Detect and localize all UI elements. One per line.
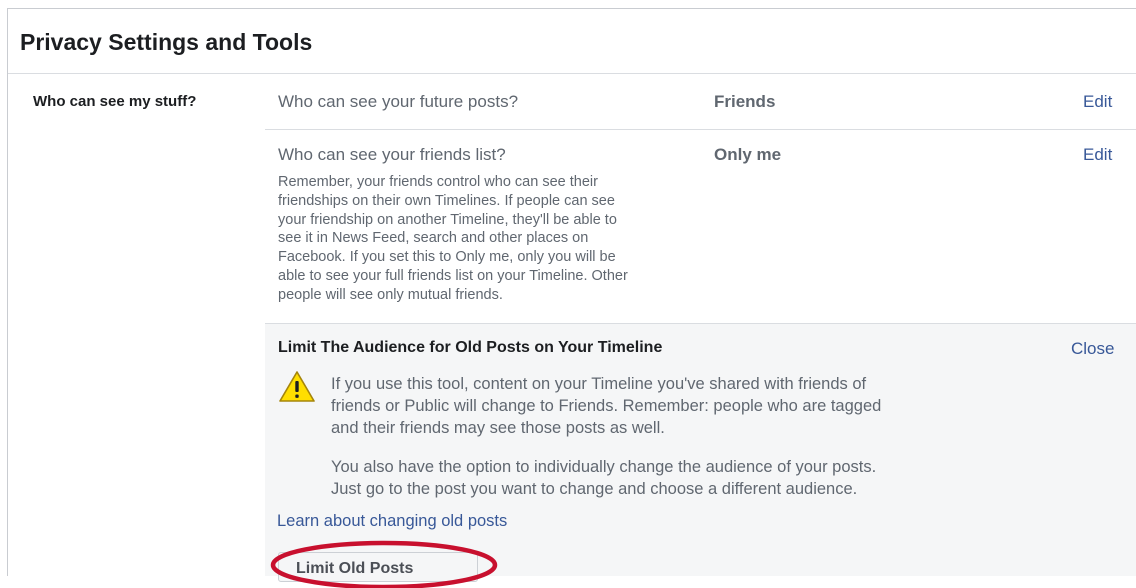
learn-old-posts-link[interactable]: Learn about changing old posts — [277, 512, 507, 531]
page-title: Privacy Settings and Tools — [20, 29, 313, 55]
description-line: people will see only mutual friends. — [278, 286, 503, 303]
page-header: Privacy Settings and Tools — [8, 9, 1136, 74]
description-line: your friendship on another Timeline, the… — [278, 211, 617, 228]
paragraph-line: You also have the option to individually… — [331, 458, 877, 476]
description-line: friendships on their own Timelines. If p… — [278, 192, 615, 209]
paragraph-line: If you use this tool, content on your Ti… — [331, 375, 867, 393]
option-paragraph: You also have the option to individually… — [331, 456, 951, 500]
panel-title: Limit The Audience for Old Posts on Your… — [278, 339, 663, 356]
panel-close-link[interactable]: Close — [1071, 339, 1114, 359]
paragraph-line: Just go to the post you want to change a… — [331, 480, 858, 498]
warning-triangle-icon — [279, 371, 315, 402]
future-posts-edit-link[interactable]: Edit — [1083, 92, 1112, 112]
paragraph-line: and their friends may see those posts as… — [331, 419, 665, 437]
limit-old-posts-button[interactable]: Limit Old Posts — [278, 552, 478, 582]
warning-paragraph: If you use this tool, content on your Ti… — [331, 373, 951, 439]
future-posts-question: Who can see your future posts? — [278, 92, 519, 111]
friends-list-description: Remember, your friends control who can s… — [278, 173, 688, 305]
limit-old-posts-panel — [265, 323, 1136, 576]
friends-list-question: Who can see your friends list? — [278, 145, 506, 164]
description-line: Remember, your friends control who can s… — [278, 174, 598, 190]
paragraph-line: friends or Public will change to Friends… — [331, 397, 882, 415]
friends-list-value: Only me — [714, 145, 782, 164]
row-divider — [265, 129, 1136, 130]
description-line: Facebook. If you set this to Only me, on… — [278, 249, 616, 266]
description-line: see it in News Feed, search and other pl… — [278, 230, 589, 247]
friends-list-edit-link[interactable]: Edit — [1083, 145, 1112, 165]
description-line: able to see your full friends list on yo… — [278, 267, 628, 284]
future-posts-value: Friends — [714, 92, 776, 111]
section-label: Who can see my stuff? — [33, 93, 197, 110]
